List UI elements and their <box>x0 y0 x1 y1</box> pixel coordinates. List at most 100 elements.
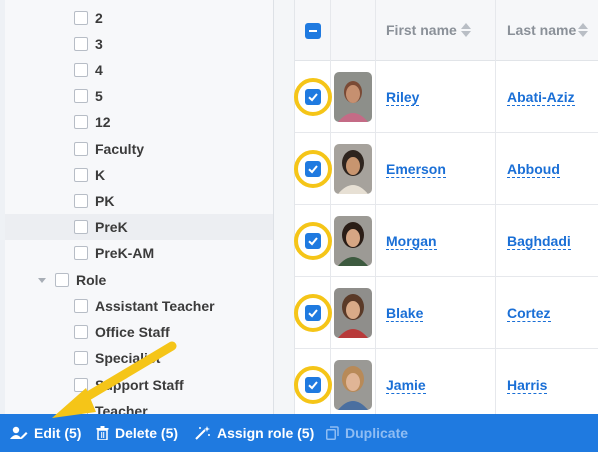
tree-item-prek-am[interactable]: PreK-AM <box>5 240 273 266</box>
tree-item-label: K <box>95 167 106 183</box>
tree-item-checkbox[interactable] <box>74 11 88 25</box>
tree-item-checkbox[interactable] <box>74 194 88 208</box>
people-table: First name Last name Riley Abati-Aziz Em… <box>294 0 598 421</box>
column-header-first-name[interactable]: First name <box>386 22 457 38</box>
tree-item-label: Faculty <box>95 141 145 157</box>
tree-item-label: Office Staff <box>95 324 170 340</box>
collapse-caret-icon[interactable] <box>38 278 46 283</box>
trash-icon <box>96 426 109 440</box>
tree-item-checkbox[interactable] <box>74 115 88 129</box>
tree-item-label: Support Staff <box>95 377 184 393</box>
row-checkbox[interactable] <box>305 233 321 249</box>
first-name-link[interactable]: Morgan <box>386 233 437 250</box>
column-header-last-name[interactable]: Last name <box>507 22 576 38</box>
avatar <box>334 288 372 338</box>
tree-item-assistant-teacher[interactable]: Assistant Teacher <box>5 293 273 319</box>
copy-icon <box>326 426 339 440</box>
last-name-link[interactable]: Baghdadi <box>507 233 571 250</box>
user-edit-icon <box>10 426 28 440</box>
tree-item-pk[interactable]: PK <box>5 188 273 214</box>
tree-item-checkbox[interactable] <box>74 378 88 392</box>
first-name-link[interactable]: Riley <box>386 89 420 106</box>
tree-item-checkbox[interactable] <box>74 299 88 313</box>
table-row: Morgan Baghdadi <box>294 205 598 277</box>
delete-button[interactable]: Delete (5) <box>96 414 178 452</box>
row-checkbox[interactable] <box>305 89 321 105</box>
table-row: Blake Cortez <box>294 277 598 349</box>
last-name-link[interactable]: Cortez <box>507 305 551 322</box>
tree-item-label: PK <box>95 193 115 209</box>
tree-item-label: Teacher <box>95 403 148 414</box>
avatar <box>334 360 372 410</box>
sort-icon[interactable] <box>578 22 588 38</box>
tree-item-4[interactable]: 4 <box>5 57 273 83</box>
tree-item-2[interactable]: 2 <box>5 5 273 31</box>
tree-group-role[interactable]: Role <box>5 267 273 293</box>
first-name-link[interactable]: Jamie <box>386 377 426 394</box>
duplicate-button-label: Duplicate <box>345 425 409 441</box>
edit-button[interactable]: Edit (5) <box>10 414 81 452</box>
tree-item-checkbox[interactable] <box>74 37 88 51</box>
tree-item-label: Assistant Teacher <box>95 298 215 314</box>
tree-item-label: 2 <box>95 10 103 26</box>
row-checkbox[interactable] <box>305 305 321 321</box>
duplicate-button[interactable]: Duplicate <box>326 414 408 452</box>
check-icon <box>308 165 318 174</box>
minus-icon <box>309 30 317 32</box>
table-row: Jamie Harris <box>294 349 598 421</box>
row-checkbox[interactable] <box>305 377 321 393</box>
check-icon <box>308 381 318 390</box>
row-checkbox[interactable] <box>305 161 321 177</box>
magic-wand-icon <box>195 426 211 440</box>
last-name-link[interactable]: Abati-Aziz <box>507 89 575 106</box>
sort-icon[interactable] <box>461 22 471 38</box>
tree-item-3[interactable]: 3 <box>5 31 273 57</box>
tree-item-k[interactable]: K <box>5 162 273 188</box>
edit-button-label: Edit (5) <box>34 425 82 441</box>
check-icon <box>308 309 318 318</box>
tree-item-label: 3 <box>95 36 103 52</box>
last-name-link[interactable]: Abboud <box>507 161 560 178</box>
panel-gutter <box>274 0 294 414</box>
tree-item-label: 4 <box>95 62 103 78</box>
avatar <box>334 144 372 194</box>
tree-item-label: PreK <box>95 219 128 235</box>
tree-item-label: 5 <box>95 88 103 104</box>
tree-item-checkbox[interactable] <box>74 246 88 260</box>
first-name-link[interactable]: Blake <box>386 305 424 322</box>
tree-group-checkbox[interactable] <box>55 273 69 287</box>
tree-item-checkbox[interactable] <box>74 89 88 103</box>
tree-item-checkbox[interactable] <box>74 325 88 339</box>
bulk-action-bar: Edit (5) Delete (5) Assign role (5) Dupl… <box>0 414 598 452</box>
last-name-link[interactable]: Harris <box>507 377 548 394</box>
table-header: First name Last name <box>295 0 598 61</box>
select-all-checkbox[interactable] <box>305 23 321 39</box>
tree-item-office-staff[interactable]: Office Staff <box>5 319 273 345</box>
tree-item-support-staff[interactable]: Support Staff <box>5 372 273 398</box>
tree-item-label: Specialist <box>95 350 161 366</box>
avatar <box>334 216 372 266</box>
assign-role-button[interactable]: Assign role (5) <box>195 414 314 452</box>
tree-item-specialist[interactable]: Specialist <box>5 345 273 371</box>
tree-item-label: 12 <box>95 114 111 130</box>
tree-item-prek[interactable]: PreK <box>5 214 273 240</box>
tree-item-checkbox[interactable] <box>74 63 88 77</box>
tree-item-faculty[interactable]: Faculty <box>5 136 273 162</box>
table-row: Riley Abati-Aziz <box>294 61 598 133</box>
first-name-link[interactable]: Emerson <box>386 161 446 178</box>
delete-button-label: Delete (5) <box>115 425 179 441</box>
tree-item-checkbox[interactable] <box>74 351 88 365</box>
tree-item-5[interactable]: 5 <box>5 83 273 109</box>
check-icon <box>308 93 318 102</box>
avatar <box>334 72 372 122</box>
table-row: Emerson Abboud <box>294 133 598 205</box>
tree-item-checkbox[interactable] <box>74 142 88 156</box>
tree-item-12[interactable]: 12 <box>5 109 273 135</box>
assign-role-button-label: Assign role (5) <box>217 425 315 441</box>
filter-tree: 2 3 4 5 12 Faculty K PK PreK PreK-AM Rol… <box>5 0 273 414</box>
tree-item-checkbox[interactable] <box>74 168 88 182</box>
check-icon <box>308 237 318 246</box>
tree-item-teacher[interactable]: Teacher <box>5 398 273 414</box>
tree-item-checkbox[interactable] <box>74 404 88 414</box>
tree-item-checkbox[interactable] <box>74 220 88 234</box>
